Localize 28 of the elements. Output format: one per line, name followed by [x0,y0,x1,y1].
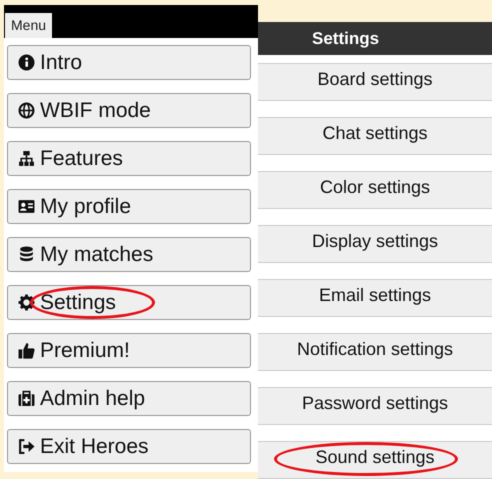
settings-button[interactable]: Board settings [258,63,492,101]
menu-button[interactable]: Premium! [7,333,251,368]
panel-title: Settings [258,22,492,55]
settings-button[interactable]: Sound settings [258,441,492,479]
sitemap-icon [18,150,35,167]
globe-icon [18,102,35,119]
menu-button[interactable]: My profile [7,189,251,224]
menu-button[interactable]: My matches [7,237,251,272]
database-icon [18,246,35,263]
menu-tab[interactable]: Menu [5,13,52,38]
info-icon [18,54,35,71]
settings-button[interactable]: Color settings [258,171,492,209]
thumbs-up-icon [18,342,35,359]
menu-button[interactable]: Admin help [7,381,251,416]
menu-button[interactable]: Settings [7,285,251,320]
id-card-icon [18,198,35,215]
menu-button[interactable]: WBIF mode [7,93,251,128]
medkit-icon [18,390,35,407]
menu-button[interactable]: Intro [7,45,251,80]
exit-icon [18,438,35,455]
settings-button[interactable]: Chat settings [258,117,492,155]
menu-button[interactable]: Exit Heroes [7,429,251,464]
menu-button[interactable]: Features [7,141,251,176]
settings-button[interactable]: Display settings [258,225,492,263]
settings-button[interactable]: Email settings [258,279,492,317]
settings-button[interactable]: Notification settings [258,333,492,371]
settings-button[interactable]: Password settings [258,387,492,425]
gear-icon [18,294,35,311]
